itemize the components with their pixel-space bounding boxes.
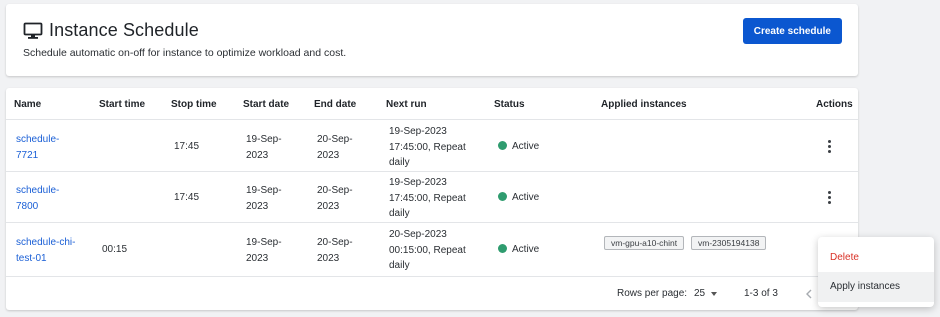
- column-header-status: Status: [494, 99, 525, 110]
- instance-chip: vm-2305194138: [691, 236, 767, 250]
- page-title: Instance Schedule: [49, 20, 199, 40]
- title-row: Instance Schedule: [23, 20, 199, 41]
- start-time-cell: 00:15: [102, 244, 128, 255]
- pagination-range: 1-3 of 3: [744, 288, 778, 299]
- status-dot-icon: [498, 192, 507, 201]
- schedule-name-link[interactable]: schedule- 7800: [16, 183, 59, 214]
- page-subtitle: Schedule automatic on-off for instance t…: [23, 47, 347, 59]
- kebab-menu-icon[interactable]: [824, 140, 834, 154]
- rows-per-page-label: Rows per page:: [617, 288, 688, 299]
- next-run-cell: 19-Sep-2023 17:45:00, Repeat daily: [389, 126, 466, 168]
- start-date-cell: 19-Sep- 2023: [246, 237, 282, 264]
- status-dot-icon: [498, 141, 507, 150]
- rows-per-page-select[interactable]: 25: [694, 288, 718, 299]
- instance-chip: vm-gpu-a10-chint: [604, 236, 685, 250]
- column-header-next-run: Next run: [386, 99, 427, 110]
- page-header: Instance Schedule Schedule automatic on-…: [6, 4, 858, 76]
- actions-menu: Delete Apply instances: [818, 237, 934, 307]
- schedule-table: Name Start time Stop time Start date End…: [6, 88, 858, 310]
- column-header-end-date: End date: [314, 99, 357, 110]
- end-date-cell: 20-Sep- 2023: [317, 134, 353, 161]
- monitor-icon: [23, 22, 43, 39]
- column-header-applied-instances: Applied instances: [601, 99, 687, 110]
- schedule-name-link[interactable]: schedule- 7721: [16, 132, 59, 163]
- create-schedule-button[interactable]: Create schedule: [742, 18, 842, 44]
- status-badge: Active: [498, 190, 539, 206]
- next-run-cell: 19-Sep-2023 17:45:00, Repeat daily: [389, 177, 466, 219]
- table-row: schedule-chi- test-01 00:15 19-Sep- 2023…: [6, 222, 858, 276]
- chevron-left-icon[interactable]: [803, 287, 815, 301]
- status-badge: Active: [498, 139, 539, 155]
- column-header-actions: Actions: [816, 99, 853, 110]
- status-badge: Active: [498, 242, 539, 258]
- status-dot-icon: [498, 244, 507, 253]
- table-row: schedule- 7721 17:45 19-Sep- 2023 20-Sep…: [6, 119, 858, 171]
- chevron-down-icon: [711, 291, 718, 296]
- schedule-name-link[interactable]: schedule-chi- test-01: [16, 235, 75, 266]
- start-date-cell: 19-Sep- 2023: [246, 134, 282, 161]
- end-date-cell: 20-Sep- 2023: [317, 185, 353, 212]
- next-run-cell: 20-Sep-2023 00:15:00, Repeat daily: [389, 229, 466, 271]
- end-date-cell: 20-Sep- 2023: [317, 237, 353, 264]
- kebab-menu-icon[interactable]: [824, 191, 834, 205]
- column-header-start-time: Start time: [99, 99, 146, 110]
- start-date-cell: 19-Sep- 2023: [246, 185, 282, 212]
- table-pagination: Rows per page: 25 1-3 of 3: [6, 276, 858, 310]
- menu-item-apply-instances[interactable]: Apply instances: [818, 272, 934, 302]
- stop-time-cell: 17:45: [174, 192, 200, 203]
- column-header-start-date: Start date: [243, 99, 290, 110]
- menu-item-delete[interactable]: Delete: [818, 243, 934, 273]
- column-header-stop-time: Stop time: [171, 99, 217, 110]
- column-header-name: Name: [14, 99, 42, 110]
- stop-time-cell: 17:45: [174, 141, 200, 152]
- table-row: schedule- 7800 17:45 19-Sep- 2023 20-Sep…: [6, 171, 858, 222]
